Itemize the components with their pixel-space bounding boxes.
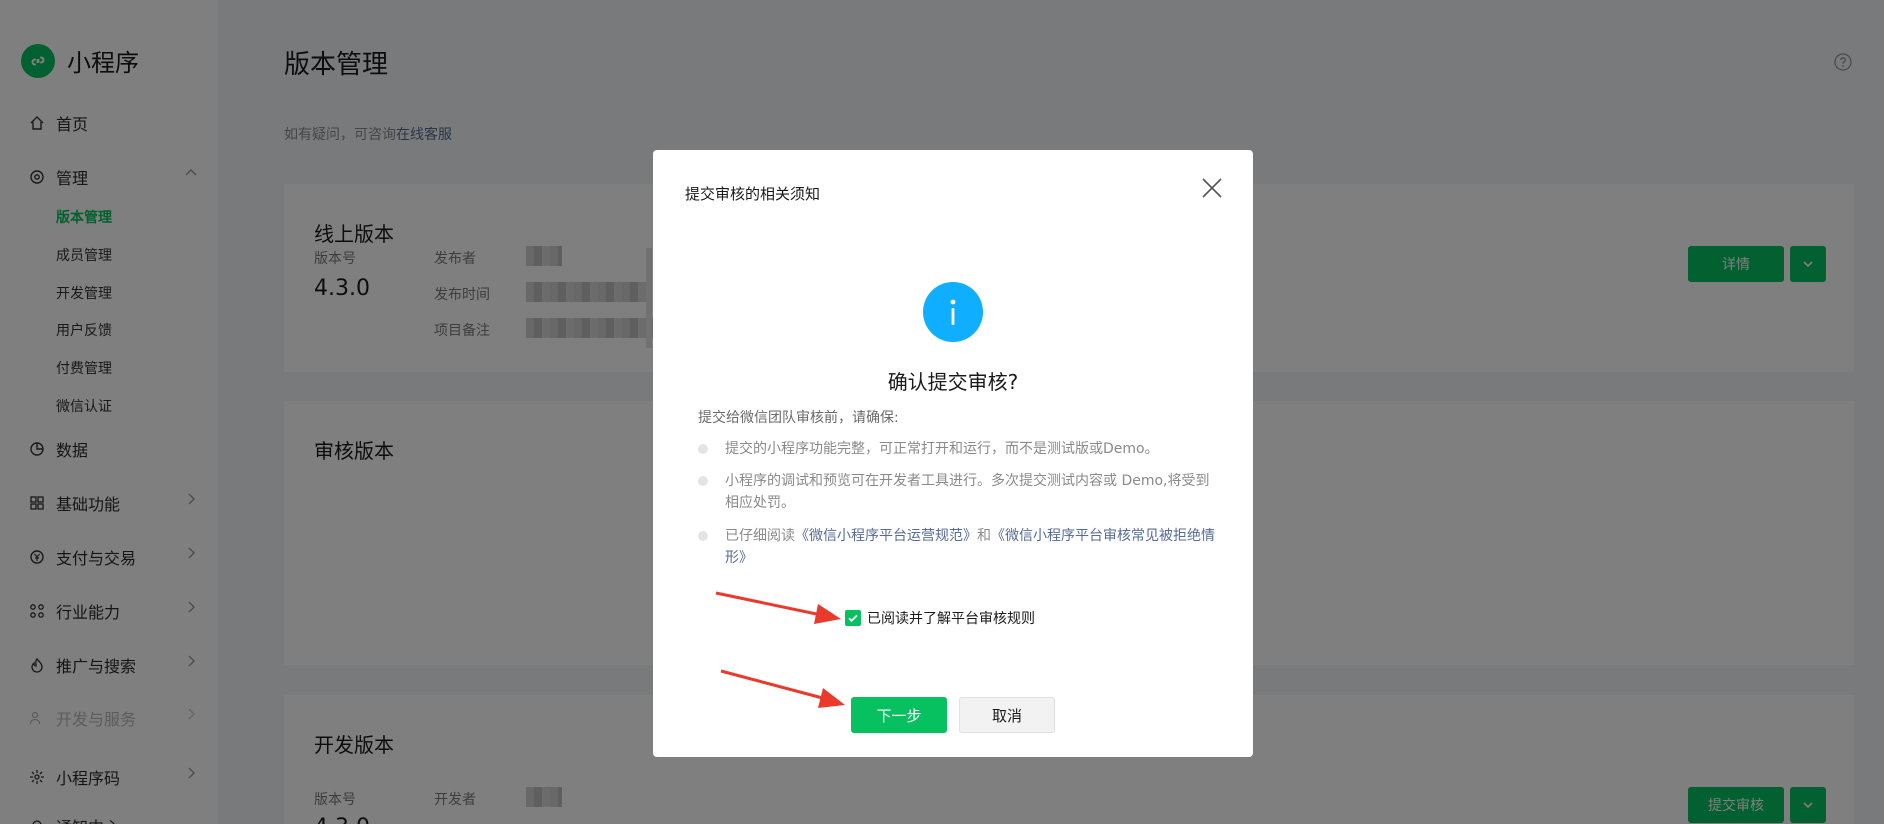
confirm-heading: 确认提交审核? [887,370,1019,394]
requirement-prefix: 已仔细阅读 [725,528,795,544]
agree-label: 已阅读并了解平台审核规则 [867,611,1035,627]
checkbox-checked-icon[interactable] [845,610,861,626]
next-button[interactable]: 下一步 [851,697,947,733]
requirement-item: 小程序的调试和预览可在开发者工具进行。多次提交测试内容或 Demo,将受到相应处… [698,470,1218,514]
requirement-text: 已仔细阅读《微信小程序平台运营规范》和《微信小程序平台审核常见被拒绝情形》 [725,525,1218,569]
requirement-text: 提交的小程序功能完整，可正常打开和运行，而不是测试版或Demo。 [725,441,1159,457]
bullet-icon [698,444,708,454]
bullet-icon [698,476,708,486]
info-icon [923,282,983,342]
operation-rules-link[interactable]: 《微信小程序平台运营规范》 [795,528,977,544]
submit-review-dialog: 提交审核的相关须知 确认提交审核? 提交给微信团队审核前，请确保: 提交的小程序… [653,150,1253,757]
cancel-button[interactable]: 取消 [959,697,1055,733]
requirement-and: 和 [977,528,991,544]
close-icon[interactable] [1199,175,1225,201]
requirement-text: 小程序的调试和预览可在开发者工具进行。多次提交测试内容或 Demo,将受到相应处… [725,473,1210,511]
requirement-item: 提交的小程序功能完整，可正常打开和运行，而不是测试版或Demo。 [698,438,1218,460]
dialog-title: 提交审核的相关须知 [685,185,821,203]
agree-rules-checkbox[interactable]: 已阅读并了解平台审核规则 [845,608,1035,628]
bullet-icon [698,531,708,541]
ensure-intro: 提交给微信团队审核前，请确保: [698,410,899,426]
requirement-item: 已仔细阅读《微信小程序平台运营规范》和《微信小程序平台审核常见被拒绝情形》 [698,525,1218,569]
